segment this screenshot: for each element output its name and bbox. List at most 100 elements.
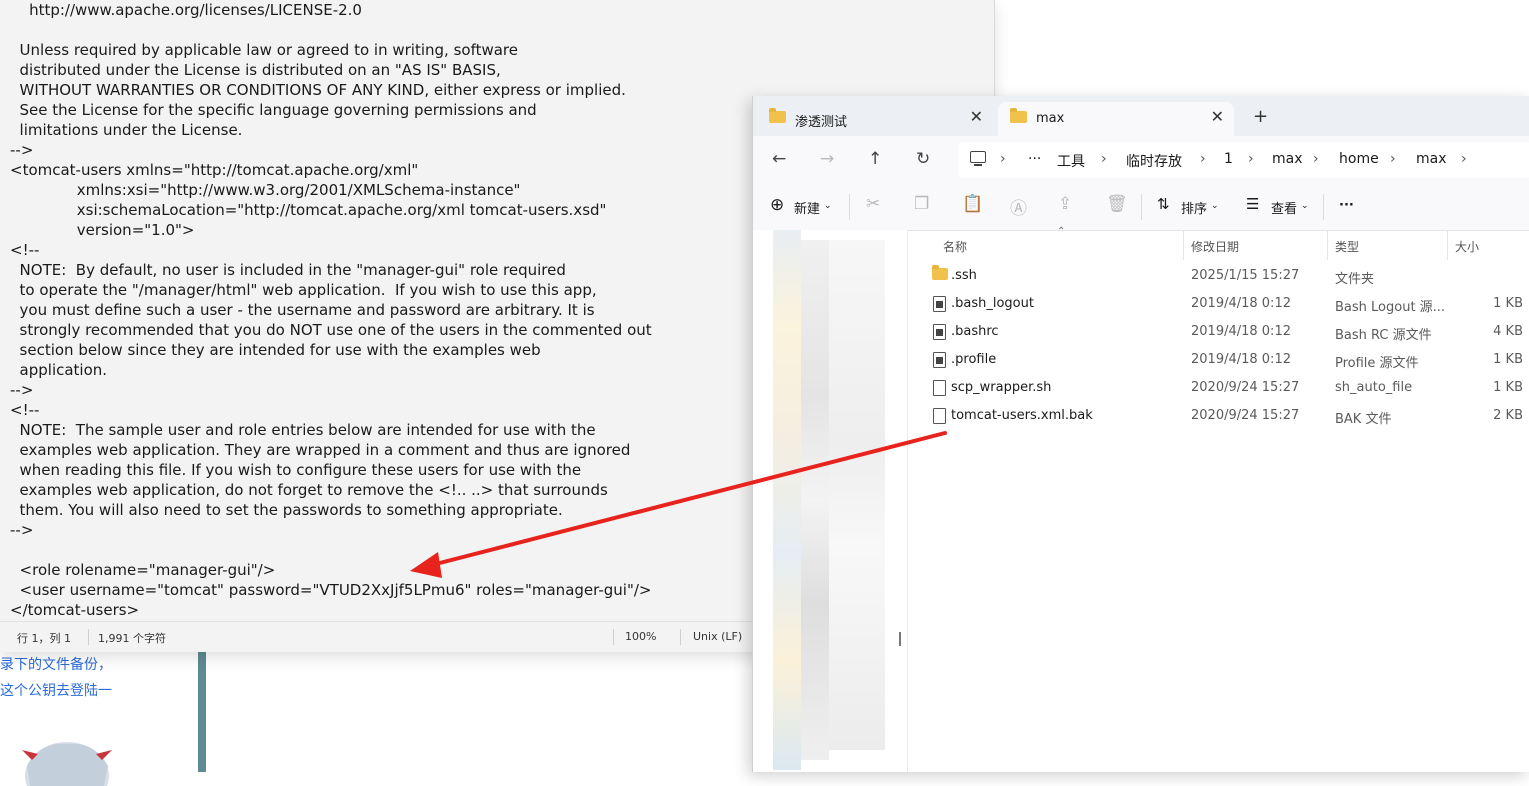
tab-pentest[interactable]: 渗透测试 ✕ xyxy=(757,102,993,136)
forward-arrow-icon[interactable]: → xyxy=(820,149,834,169)
breadcrumb-item[interactable]: 1 xyxy=(1224,151,1233,167)
chevron-down-icon[interactable]: ⌄ xyxy=(824,201,832,211)
chevron-right-icon[interactable]: › xyxy=(1200,151,1206,167)
file-explorer-window: 渗透测试 ✕ max ✕ + ← → ↑ ↻ › ··· 工具 › 临时存放 ›… xyxy=(752,96,1529,772)
share-icon[interactable]: ⇪ xyxy=(1058,194,1072,214)
sort-button[interactable]: 排序 xyxy=(1181,198,1207,217)
breadcrumb-item[interactable]: max xyxy=(1272,151,1303,167)
new-plus-icon[interactable]: ⊕ xyxy=(770,195,784,215)
copy-icon[interactable]: ❐ xyxy=(914,194,929,214)
file-list: ⌃ 名称 修改日期 类型 大小 .ssh 2025/1/15 15:27 文件夹… xyxy=(913,226,1529,772)
source-file-icon xyxy=(933,296,946,312)
file-size: 2 KB xyxy=(1493,408,1523,423)
folder-icon xyxy=(932,265,948,280)
folder-icon xyxy=(1010,108,1027,123)
file-name: .bash_logout xyxy=(951,296,1034,311)
delete-icon[interactable]: 🗑 xyxy=(1106,194,1128,214)
file-row[interactable]: tomcat-users.xml.bak 2020/9/24 15:27 BAK… xyxy=(921,402,1529,430)
file-name: .ssh xyxy=(951,268,977,283)
file-date: 2019/4/18 0:12 xyxy=(1191,296,1291,311)
file-row[interactable]: scp_wrapper.sh 2020/9/24 15:27 sh_auto_f… xyxy=(921,374,1529,402)
breadcrumb[interactable]: › ··· 工具 › 临时存放 › 1 › max › home › max › xyxy=(958,142,1529,178)
navigation-pane[interactable] xyxy=(753,230,908,772)
paste-icon[interactable]: 📋 xyxy=(962,194,983,214)
view-icon[interactable]: ☰ xyxy=(1246,195,1259,213)
file-type: Bash Logout 源... xyxy=(1335,300,1446,315)
tab-label: 渗透测试 xyxy=(795,115,848,130)
file-type: Profile 源文件 xyxy=(1335,356,1419,371)
refresh-icon[interactable]: ↻ xyxy=(916,149,930,169)
new-button[interactable]: 新建 xyxy=(794,198,820,217)
text-line xyxy=(10,20,990,40)
column-header-type[interactable]: 类型 xyxy=(1335,238,1359,255)
column-header-size[interactable]: 大小 xyxy=(1455,238,1479,255)
file-date: 2019/4/18 0:12 xyxy=(1191,324,1291,339)
chevron-down-icon[interactable]: ⌄ xyxy=(1301,201,1309,211)
file-type: Bash RC 源文件 xyxy=(1335,328,1432,343)
add-tab-button[interactable]: + xyxy=(1253,106,1268,127)
tab-strip: 渗透测试 ✕ max ✕ + xyxy=(753,96,1529,136)
anime-avatar-image xyxy=(22,742,112,786)
file-type: sh_auto_file xyxy=(1335,380,1413,395)
command-bar: ⊕ 新建 ⌄ ✂ ❐ 📋 Ⓐ ⇪ 🗑 ⇅ 排序 ⌄ ☰ 查看 ⌄ ··· xyxy=(753,184,1529,231)
chevron-right-icon[interactable]: › xyxy=(1461,151,1467,167)
more-options-button[interactable]: ··· xyxy=(1339,198,1354,213)
up-arrow-icon[interactable]: ↑ xyxy=(868,149,882,169)
chevron-right-icon[interactable]: › xyxy=(1248,151,1254,167)
breadcrumb-overflow[interactable]: ··· xyxy=(1028,151,1041,167)
file-size: 1 KB xyxy=(1493,296,1523,311)
tab-label: max xyxy=(1036,111,1065,126)
file-row[interactable]: .profile 2019/4/18 0:12 Profile 源文件 1 KB xyxy=(921,346,1529,374)
column-header-name[interactable]: 名称 xyxy=(943,238,967,255)
breadcrumb-item[interactable]: home xyxy=(1339,151,1379,167)
chevron-right-icon[interactable]: › xyxy=(1390,151,1396,167)
view-button[interactable]: 查看 xyxy=(1271,198,1297,217)
file-row[interactable]: .ssh 2025/1/15 15:27 文件夹 xyxy=(921,262,1529,290)
file-row[interactable]: .bashrc 2019/4/18 0:12 Bash RC 源文件 4 KB xyxy=(921,318,1529,346)
cursor-position: 行 1，列 1 xyxy=(17,632,71,645)
cut-icon[interactable]: ✂ xyxy=(866,194,880,214)
chevron-right-icon[interactable]: › xyxy=(1313,151,1319,167)
line-ending[interactable]: Unix (LF) xyxy=(693,630,742,643)
sort-ascending-icon: ⌃ xyxy=(1057,226,1066,237)
background-divider xyxy=(198,652,206,772)
sort-icon[interactable]: ⇅ xyxy=(1157,195,1170,213)
file-name: scp_wrapper.sh xyxy=(951,380,1052,395)
source-file-icon xyxy=(933,352,946,368)
text-line: distributed under the License is distrib… xyxy=(10,61,501,79)
breadcrumb-item[interactable]: 临时存放 xyxy=(1126,151,1182,171)
breadcrumb-item[interactable]: 工具 xyxy=(1057,151,1085,171)
file-type: BAK 文件 xyxy=(1335,412,1392,427)
rename-icon[interactable]: Ⓐ xyxy=(1010,194,1027,219)
chevron-down-icon[interactable]: ⌄ xyxy=(1211,201,1219,211)
scrollbar-thumb[interactable] xyxy=(899,632,901,646)
back-arrow-icon[interactable]: ← xyxy=(772,149,786,169)
close-icon[interactable]: ✕ xyxy=(970,107,983,126)
folder-icon xyxy=(769,108,786,123)
file-name: .profile xyxy=(951,352,997,367)
file-icon xyxy=(933,408,946,424)
character-count: 1,991 个字符 xyxy=(98,632,166,645)
file-size: 4 KB xyxy=(1493,324,1523,339)
chevron-right-icon[interactable]: › xyxy=(1000,151,1006,167)
background-text-line: 录下的文件备份， xyxy=(0,657,112,673)
file-icon xyxy=(933,380,946,396)
text-line: Unless required by applicable law or agr… xyxy=(10,41,519,59)
blurred-sidebar-labels xyxy=(801,240,829,760)
chevron-right-icon[interactable]: › xyxy=(1101,151,1107,167)
blurred-sidebar-icons xyxy=(773,230,801,770)
tab-max[interactable]: max ✕ xyxy=(998,102,1234,136)
column-header-date[interactable]: 修改日期 xyxy=(1191,238,1239,255)
close-icon[interactable]: ✕ xyxy=(1211,107,1224,126)
background-text-line: 这个公钥去登陆一 xyxy=(0,683,112,699)
zoom-level[interactable]: 100% xyxy=(625,630,656,643)
breadcrumb-item[interactable]: max xyxy=(1416,151,1447,167)
file-size: 1 KB xyxy=(1493,380,1523,395)
monitor-icon xyxy=(970,151,986,166)
file-row[interactable]: .bash_logout 2019/4/18 0:12 Bash Logout … xyxy=(921,290,1529,318)
file-date: 2020/9/24 15:27 xyxy=(1191,380,1300,395)
address-bar-area: ← → ↑ ↻ › ··· 工具 › 临时存放 › 1 › max › home… xyxy=(753,136,1529,184)
file-size: 1 KB xyxy=(1493,352,1523,367)
file-date: 2019/4/18 0:12 xyxy=(1191,352,1291,367)
file-type: 文件夹 xyxy=(1335,272,1375,287)
